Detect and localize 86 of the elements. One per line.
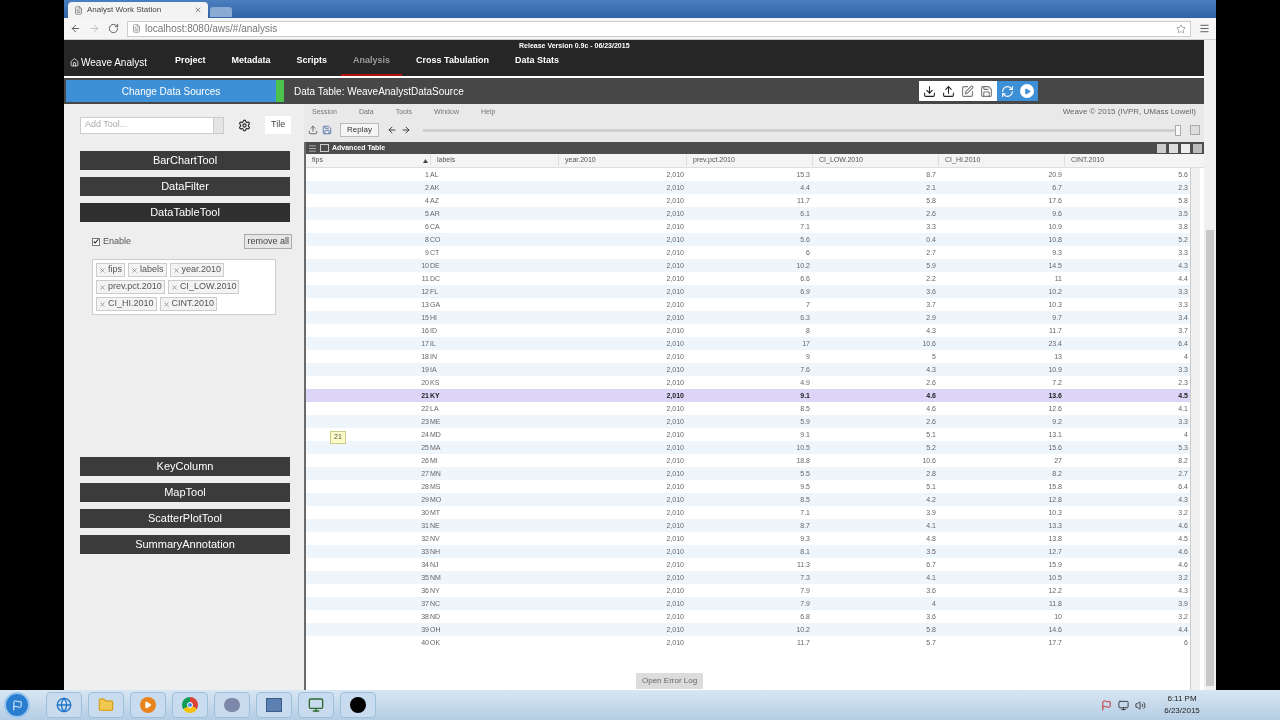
- column-tag[interactable]: CI_HI.2010: [96, 297, 157, 311]
- remove-icon[interactable]: [99, 283, 106, 291]
- sort-ascending-icon[interactable]: [423, 158, 428, 163]
- checkbox-label: Enable: [103, 234, 132, 248]
- open-error-log-button[interactable]: Open Error Log: [636, 673, 704, 689]
- nav-link[interactable]: Project: [162, 48, 218, 76]
- close-icon[interactable]: [194, 6, 202, 14]
- column-tag[interactable]: CI_LOW.2010: [167, 280, 240, 294]
- play-icon[interactable]: [130, 692, 166, 718]
- nav-link[interactable]: Scripts: [284, 48, 339, 76]
- url-text: localhost:8080/aws/#/analysis: [145, 22, 278, 36]
- page-icon: [74, 5, 83, 15]
- slider-thumb[interactable]: [1175, 124, 1181, 136]
- add-tool-input[interactable]: Add Tool...: [85, 118, 205, 132]
- tag-label: CI_LOW.2010: [179, 280, 237, 294]
- column-tag[interactable]: fips: [96, 263, 125, 277]
- tag-label: CINT.2010: [171, 297, 215, 311]
- remove-all-button[interactable]: remove all: [244, 234, 292, 249]
- remove-icon[interactable]: [99, 300, 106, 308]
- home-icon: [70, 57, 79, 67]
- data-table-title: Data Table: WeaveAnalystDataSource: [294, 84, 464, 99]
- back-icon[interactable]: [386, 125, 397, 135]
- save-icon[interactable]: [322, 125, 332, 135]
- download-icon[interactable]: [923, 84, 936, 98]
- page-icon: [132, 24, 141, 33]
- change-data-sources-button[interactable]: Change Data Sources: [66, 80, 284, 102]
- network-icon[interactable]: [1118, 699, 1129, 711]
- copyright-text: Weave © 2015 (IVPR, UMass Lowell): [1062, 106, 1196, 118]
- tag-label: CI_HI.2010: [108, 297, 154, 311]
- globe-icon[interactable]: [46, 692, 82, 718]
- tool-header[interactable]: BarChartTool: [80, 151, 290, 170]
- tool-header[interactable]: DataFilter: [80, 177, 290, 196]
- remove-icon[interactable]: [99, 266, 106, 274]
- refresh-icon[interactable]: [1001, 84, 1014, 98]
- tag-label: prev.pct.2010: [108, 280, 162, 294]
- play-icon[interactable]: [1020, 84, 1034, 98]
- tile-button[interactable]: Tile: [265, 116, 292, 134]
- grip-icon[interactable]: [308, 143, 317, 153]
- bookmark-star-icon[interactable]: [1176, 23, 1186, 34]
- nav-link[interactable]: Data Stats: [502, 48, 571, 76]
- tag-label: labels: [140, 263, 164, 277]
- back-icon[interactable]: [70, 23, 81, 34]
- tool-header[interactable]: ScatterPlotTool: [80, 509, 290, 528]
- reload-icon[interactable]: [108, 23, 119, 34]
- settings-icon[interactable]: [238, 118, 251, 132]
- nav-link[interactable]: Analysis: [341, 48, 403, 76]
- column-tag[interactable]: labels: [128, 263, 167, 277]
- remove-icon[interactable]: [172, 266, 180, 274]
- monitor-icon[interactable]: [298, 692, 334, 718]
- flag-icon[interactable]: [1101, 699, 1112, 711]
- remove-icon[interactable]: [170, 283, 178, 291]
- column-tag[interactable]: CINT.2010: [159, 297, 218, 311]
- address-bar[interactable]: localhost:8080/aws/#/analysis: [127, 20, 1191, 37]
- start-button[interactable]: [4, 692, 30, 718]
- title-box-icon: [320, 144, 329, 152]
- nav-link[interactable]: Metadata: [219, 48, 283, 76]
- add-tool-dropdown[interactable]: Add Tool...: [80, 116, 224, 134]
- column-tag[interactable]: prev.pct.2010: [96, 280, 165, 294]
- brand-name: Weave Analyst: [81, 55, 147, 70]
- remove-icon[interactable]: [131, 266, 138, 274]
- tool-header[interactable]: MapTool: [80, 483, 290, 502]
- remove-icon[interactable]: [162, 300, 170, 308]
- edit-icon[interactable]: [961, 84, 974, 98]
- windows-logo-icon: [11, 699, 23, 711]
- app-icon[interactable]: [340, 692, 376, 718]
- replay-button[interactable]: Replay: [340, 123, 379, 137]
- save-icon[interactable]: [980, 84, 993, 98]
- tab-title: Analyst Work Station: [87, 4, 163, 16]
- enable-checkbox[interactable]: [92, 237, 100, 246]
- column-tag[interactable]: year.2010: [169, 263, 225, 277]
- tag-label: year.2010: [181, 263, 222, 277]
- menu-icon[interactable]: [1199, 23, 1210, 34]
- tag-label: fips: [108, 263, 122, 277]
- clock-time: 6:11 PM: [1167, 693, 1197, 705]
- tool-header[interactable]: SummaryAnnotation: [80, 535, 290, 554]
- tool-header[interactable]: DataTableTool: [80, 203, 290, 222]
- browser-tab[interactable]: Analyst Work Station: [68, 2, 208, 18]
- tool-header[interactable]: KeyColumn: [80, 457, 290, 476]
- clock-date: 6/23/2015: [1164, 705, 1200, 717]
- volume-icon[interactable]: [1135, 699, 1146, 711]
- forward-icon[interactable]: [400, 125, 411, 135]
- nav-link[interactable]: Cross Tabulation: [404, 48, 501, 76]
- browser-icon[interactable]: [172, 692, 208, 718]
- upload-icon[interactable]: [942, 84, 955, 98]
- table-scrollbar[interactable]: [1190, 168, 1200, 690]
- page-scrollbar[interactable]: [1204, 40, 1216, 690]
